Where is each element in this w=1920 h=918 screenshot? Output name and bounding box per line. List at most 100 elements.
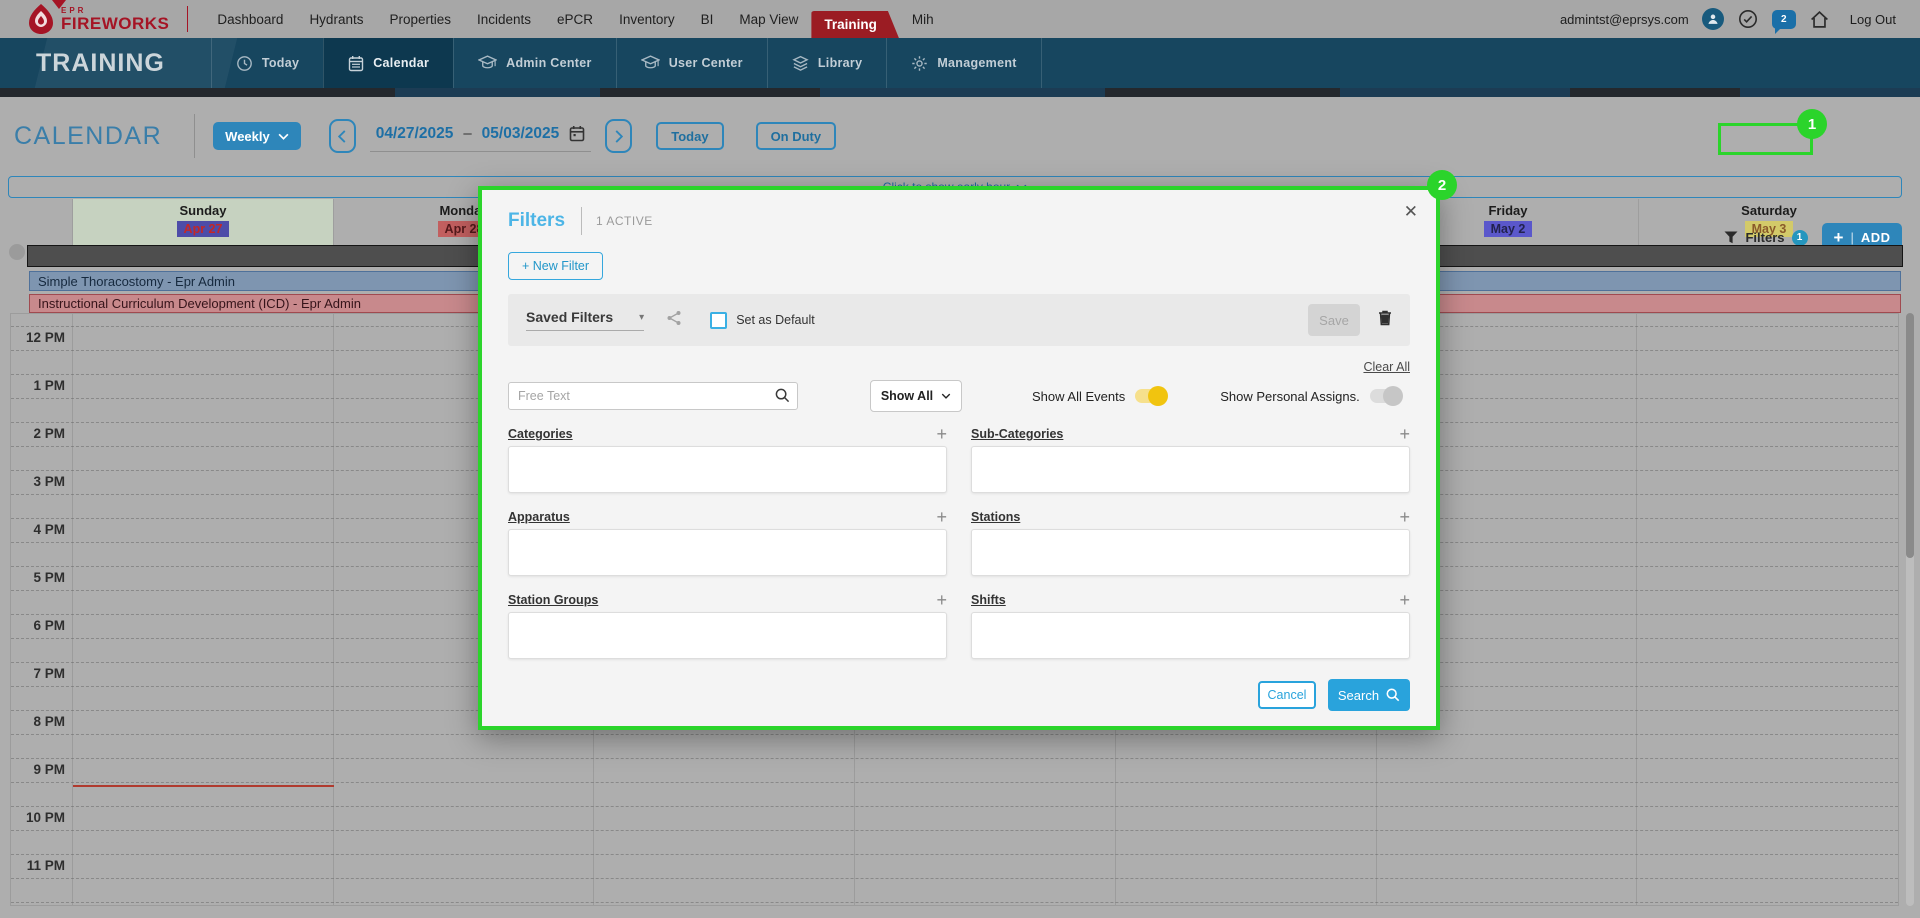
- subnav-item-label: Admin Center: [506, 56, 592, 70]
- prev-week-button[interactable]: [329, 119, 356, 153]
- calendar-picker-icon[interactable]: [569, 125, 585, 142]
- subnav-item-today[interactable]: Today: [211, 38, 323, 88]
- check-circle-icon[interactable]: [1737, 8, 1759, 30]
- field-value-box[interactable]: [971, 612, 1410, 659]
- logout-button[interactable]: Log Out: [1850, 12, 1896, 27]
- subnav-item-calendar[interactable]: Calendar: [323, 38, 453, 88]
- avatar-icon[interactable]: [1702, 8, 1724, 30]
- chevron-left-icon: [338, 130, 346, 143]
- add-categories-icon[interactable]: +: [936, 425, 947, 443]
- filter-field-station-groups: Station Groups +: [508, 590, 947, 659]
- user-email: admintst@eprsys.com: [1560, 12, 1689, 27]
- search-button[interactable]: Search: [1328, 679, 1410, 711]
- field-label[interactable]: Stations: [971, 510, 1020, 524]
- date-range[interactable]: 04/27/2025 – 05/03/2025: [370, 121, 592, 152]
- field-label[interactable]: Shifts: [971, 593, 1006, 607]
- topnav-item-properties[interactable]: Properties: [376, 0, 464, 38]
- grid-day-col-0[interactable]: [73, 314, 334, 905]
- add-shifts-icon[interactable]: +: [1399, 591, 1410, 609]
- subnav-item-label: Today: [262, 56, 299, 70]
- top-navbar: EPR FIREWORKS DashboardHydrantsPropertie…: [0, 0, 1920, 38]
- field-label[interactable]: Apparatus: [508, 510, 570, 524]
- time-label: 8 PM: [11, 713, 65, 731]
- field-label[interactable]: Sub-Categories: [971, 427, 1063, 441]
- show-personal-assigns-label: Show Personal Assigns.: [1220, 389, 1359, 404]
- next-week-button[interactable]: [605, 119, 632, 153]
- filter-fields-grid: Categories+Sub-Categories+Apparatus+Stat…: [508, 424, 1410, 659]
- topnav-item-hydrants[interactable]: Hydrants: [296, 0, 376, 38]
- topnav-item-map-view[interactable]: Map View: [726, 0, 811, 38]
- filter-field-shifts: Shifts +: [971, 590, 1410, 659]
- share-icon[interactable]: [666, 310, 682, 331]
- add-apparatus-icon[interactable]: +: [936, 508, 947, 526]
- on-duty-button[interactable]: On Duty: [756, 122, 837, 150]
- day-date-chip[interactable]: Apr 27: [177, 221, 230, 237]
- chat-notifications-icon[interactable]: 2: [1772, 10, 1796, 29]
- subnav-title: TRAINING: [36, 38, 165, 88]
- topnav-item-mih[interactable]: Mih: [899, 0, 947, 38]
- subnav-item-library[interactable]: Library: [767, 38, 886, 88]
- subnav-item-label: Management: [937, 56, 1016, 70]
- time-label: 11 PM: [11, 857, 65, 875]
- active-filters-count: 1 ACTIVE: [596, 214, 653, 228]
- home-icon[interactable]: [1809, 8, 1831, 30]
- close-icon[interactable]: ✕: [1404, 202, 1418, 222]
- field-label[interactable]: Station Groups: [508, 593, 598, 607]
- trash-icon[interactable]: [1378, 309, 1392, 331]
- field-value-box[interactable]: [971, 446, 1410, 493]
- half-hour-line: [11, 782, 1898, 783]
- add-stations-icon[interactable]: +: [1399, 508, 1410, 526]
- half-hour-line: [11, 878, 1898, 879]
- set-default-checkbox[interactable]: [710, 312, 727, 329]
- current-time-line: [73, 785, 334, 787]
- field-value-box[interactable]: [971, 529, 1410, 576]
- new-filter-button[interactable]: + New Filter: [508, 252, 603, 280]
- show-personal-assigns-toggle[interactable]: [1370, 389, 1400, 403]
- show-all-dropdown[interactable]: Show All: [870, 380, 962, 412]
- field-value-box[interactable]: [508, 529, 947, 576]
- view-select-button[interactable]: Weekly: [213, 122, 301, 150]
- save-filter-button[interactable]: Save: [1308, 304, 1360, 336]
- saved-filters-select[interactable]: Saved Filters ▾: [526, 309, 644, 331]
- day-name: Saturday: [1741, 203, 1797, 218]
- free-text-input[interactable]: [508, 382, 798, 410]
- time-label: 4 PM: [11, 521, 65, 539]
- date-start[interactable]: 04/27/2025: [376, 125, 454, 143]
- search-icon[interactable]: [775, 388, 790, 408]
- filter-field-sub-categories: Sub-Categories +: [971, 424, 1410, 493]
- subnav-item-user-center[interactable]: User Center: [616, 38, 767, 88]
- allday-drag-handle[interactable]: [9, 244, 25, 260]
- subnav-item-label: User Center: [669, 56, 743, 70]
- cancel-button[interactable]: Cancel: [1258, 681, 1316, 709]
- day-header-col-0[interactable]: SundayApr 27: [72, 199, 333, 246]
- clear-all-link[interactable]: Clear All: [1363, 360, 1410, 374]
- topnav-item-epcr[interactable]: ePCR: [544, 0, 606, 38]
- subnav-items: Today Calendar Admin Center User Center Libr…: [211, 38, 1042, 88]
- topnav-item-incidents[interactable]: Incidents: [464, 0, 544, 38]
- today-button[interactable]: Today: [656, 122, 723, 150]
- subnav-item-management[interactable]: Management: [886, 38, 1041, 88]
- grid-day-col-6[interactable]: [1637, 314, 1898, 905]
- date-end[interactable]: 05/03/2025: [482, 125, 560, 143]
- day-date-chip[interactable]: May 2: [1484, 221, 1533, 237]
- add-station-groups-icon[interactable]: +: [936, 591, 947, 609]
- vertical-scrollbar[interactable]: [1906, 313, 1914, 906]
- topnav-item-inventory[interactable]: Inventory: [606, 0, 688, 38]
- calendar-icon: [348, 55, 364, 72]
- scrollbar-thumb[interactable]: [1906, 313, 1914, 558]
- topnav-item-training[interactable]: Training: [811, 11, 899, 38]
- field-value-box[interactable]: [508, 612, 947, 659]
- calendar-toolbar: CALENDAR Weekly 04/27/2025 – 05/03/2025 …: [0, 97, 1920, 175]
- topnav-item-bi[interactable]: BI: [688, 0, 727, 38]
- grad-cap-icon: [478, 55, 497, 71]
- add-sub-categories-icon[interactable]: +: [1399, 425, 1410, 443]
- subnav-item-admin-center[interactable]: Admin Center: [453, 38, 616, 88]
- show-all-events-toggle[interactable]: [1135, 389, 1165, 403]
- annotation-badge-2: 2: [1427, 170, 1457, 200]
- topnav-item-dashboard[interactable]: Dashboard: [204, 0, 296, 38]
- app-logo[interactable]: EPR FIREWORKS: [28, 4, 169, 34]
- day-name: Friday: [1488, 203, 1527, 218]
- field-label[interactable]: Categories: [508, 427, 573, 441]
- filters-count-badge: 1: [1792, 230, 1808, 246]
- field-value-box[interactable]: [508, 446, 947, 493]
